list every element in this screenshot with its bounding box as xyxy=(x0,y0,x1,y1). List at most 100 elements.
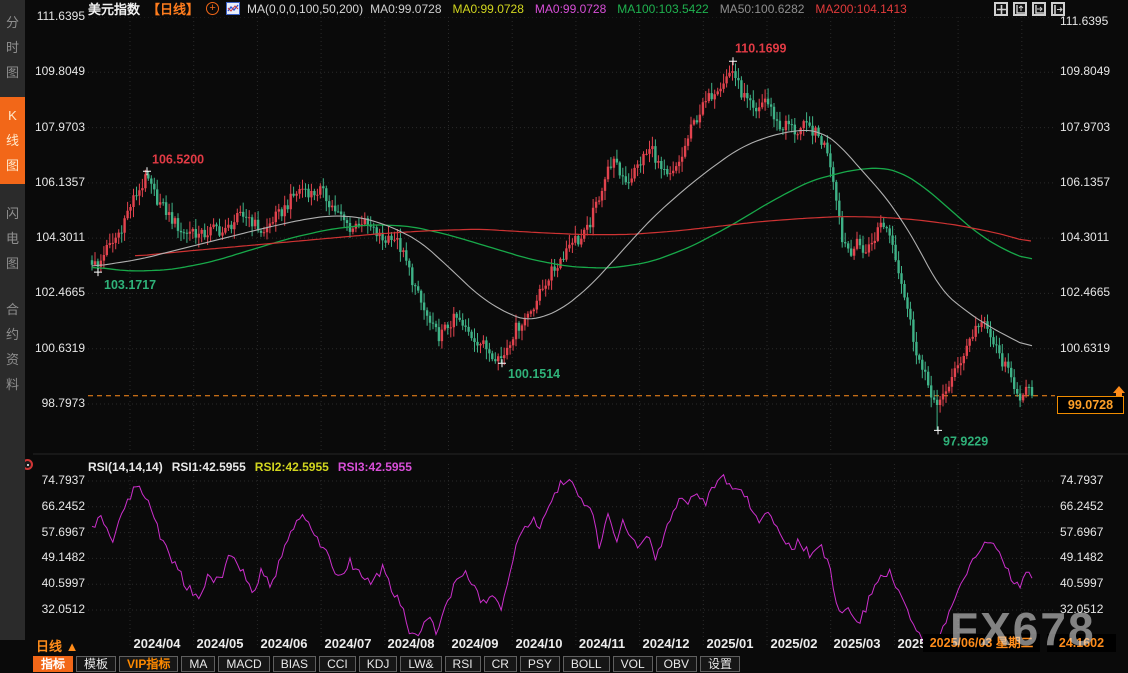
toolbar-button-6[interactable]: BIAS xyxy=(273,656,316,672)
axis-tick-label: 109.8049 xyxy=(1060,64,1112,78)
price-extreme-label: 97.9229 xyxy=(943,434,988,448)
ma-legend-item: MA50:100.6282 xyxy=(720,2,805,16)
ma-legend-item: MA0:99.0728 xyxy=(370,2,441,16)
axis-tick-label: 98.7973 xyxy=(33,396,85,410)
x-axis-month-label: 2024/04 xyxy=(125,636,189,651)
ma-legend: MA0:99.0728 MA0:99.0728 MA0:99.0728 MA100:1… xyxy=(370,2,907,16)
ma-legend-item: MA200:104.1413 xyxy=(815,2,906,16)
ma-settings-label: MA(0,0,0,100,50,200) xyxy=(247,2,363,16)
axis-tick-label: 100.6319 xyxy=(1060,341,1112,355)
sidebar-tab-4[interactable]: 合约资料 xyxy=(0,291,25,403)
chart-window-icons xyxy=(994,2,1065,16)
x-axis-month-label: 2024/12 xyxy=(634,636,698,651)
extreme-cross-marker xyxy=(143,167,151,175)
jump-latest-icon[interactable] xyxy=(1051,2,1065,16)
axis-tick-label: 57.6967 xyxy=(1060,525,1112,539)
axis-tick-label: 66.2452 xyxy=(1060,499,1112,513)
axis-tick-label: 102.4665 xyxy=(33,285,85,299)
sidebar-tab-2[interactable]: K线图 xyxy=(0,97,25,184)
last-price-box: 99.0728 xyxy=(1057,396,1124,414)
rsi3-value: RSI3:42.5955 xyxy=(338,460,412,474)
rsi1-value: RSI1:42.5955 xyxy=(172,460,246,474)
toolbar-button-10[interactable]: RSI xyxy=(445,656,481,672)
axis-tick-label: 100.6319 xyxy=(33,341,85,355)
axis-tick-label: 106.1357 xyxy=(1060,175,1112,189)
ma-legend-item: MA0:99.0728 xyxy=(453,2,524,16)
extreme-cross-marker xyxy=(934,426,942,434)
axis-tick-label: 49.1482 xyxy=(1060,550,1112,564)
x-axis-month-label: 2024/06 xyxy=(252,636,316,651)
toolbar-button-9[interactable]: LW& xyxy=(400,656,441,672)
ma-legend-item: MA0:99.0728 xyxy=(535,2,606,16)
axis-tick-label: 107.9703 xyxy=(1060,120,1112,134)
titlebar: 美元指数 【日线】 + MA(0,0,0,100,50,200) MA0:99.… xyxy=(88,1,907,16)
chart-canvas[interactable]: 103.1717 106.5200 100.1514 110.1699 97.9229 xyxy=(33,17,1128,655)
rsi-title: RSI(14,14,14) xyxy=(88,460,163,474)
x-axis-month-label: 2024/07 xyxy=(316,636,380,651)
axis-tick-label: 40.5997 xyxy=(1060,576,1112,590)
x-axis-month-label: 2024/09 xyxy=(443,636,507,651)
toolbar-button-12[interactable]: PSY xyxy=(520,656,560,672)
x-axis-month-label: 2025/03 xyxy=(825,636,889,651)
rsi-line xyxy=(92,475,1032,645)
price-extreme-label: 103.1717 xyxy=(104,278,156,292)
period-badge: 【日线】 xyxy=(147,0,199,18)
sidebar-tab-3[interactable]: 闪电图 xyxy=(0,195,25,282)
axis-tick-label: 111.6395 xyxy=(1060,14,1112,28)
axis-tick-label: 102.4665 xyxy=(1060,285,1112,299)
ma-legend-item: MA100:103.5422 xyxy=(617,2,708,16)
scroll-to-latest-arrow-icon[interactable] xyxy=(1113,386,1125,396)
x-axis-scale-icon[interactable] xyxy=(1032,2,1046,16)
axis-tick-label: 66.2452 xyxy=(33,499,85,513)
price-extreme-label: 100.1514 xyxy=(508,367,560,381)
cursor-value-box: 24.1602 xyxy=(1047,634,1116,652)
period-selector-button[interactable]: 日线 ▲ xyxy=(36,636,78,655)
toolbar-button-14[interactable]: VOL xyxy=(613,656,653,672)
indicator-toolbar: 指标模板VIP指标MAMACDBIASCCIKDJLW&RSICRPSYBOLL… xyxy=(33,655,740,673)
price-extreme-label: 110.1699 xyxy=(735,41,786,55)
kline-chart-icon xyxy=(226,2,240,15)
x-axis-month-label: 2024/08 xyxy=(379,636,443,651)
ma100-line xyxy=(92,168,1032,271)
left-sidebar: 分时图 K线图闪电图合约资料 xyxy=(0,0,25,640)
x-axis-month-label: 2025/02 xyxy=(762,636,826,651)
x-axis-month-label: 2024/10 xyxy=(507,636,571,651)
axis-tick-label: 104.3011 xyxy=(33,230,85,244)
x-axis-month-label: 2024/05 xyxy=(188,636,252,651)
toolbar-button-7[interactable]: CCI xyxy=(319,656,356,672)
toolbar-button-2[interactable]: 模板 xyxy=(76,656,116,672)
axis-tick-label: 40.5997 xyxy=(33,576,85,590)
toolbar-button-8[interactable]: KDJ xyxy=(359,656,398,672)
price-extreme-label: 106.5200 xyxy=(152,152,204,166)
toolbar-button-4[interactable]: MA xyxy=(181,656,215,672)
x-axis-month-label: 2025/01 xyxy=(698,636,762,651)
add-indicator-icon[interactable]: + xyxy=(206,2,219,15)
axis-tick-label: 49.1482 xyxy=(33,550,85,564)
trading-app-window: 分时图 K线图闪电图合约资料 美元指数 【日线】 + MA(0,0,0,100,5… xyxy=(0,0,1128,673)
axis-tick-label: 32.0512 xyxy=(1060,602,1112,616)
cursor-date-box: 2025/06/03 星期二 xyxy=(923,634,1040,652)
y-axis-scale-icon[interactable] xyxy=(1013,2,1027,16)
rsi-header: RSI(14,14,14) RSI1:42.5955 RSI2:42.5955 … xyxy=(88,460,412,474)
toolbar-button-5[interactable]: MACD xyxy=(218,656,269,672)
toolbar-button-13[interactable]: BOLL xyxy=(563,656,610,672)
up-candle-wicks xyxy=(95,61,1026,412)
sidebar-tab-1[interactable]: 分时图 xyxy=(0,4,25,91)
axis-tick-label: 57.6967 xyxy=(33,525,85,539)
axis-tick-label: 74.7937 xyxy=(33,473,85,487)
toolbar-button-16[interactable]: 设置 xyxy=(700,656,740,672)
toolbar-button-11[interactable]: CR xyxy=(484,656,517,672)
axis-tick-label: 32.0512 xyxy=(33,602,85,616)
rsi2-value: RSI2:42.5955 xyxy=(255,460,329,474)
toolbar-button-15[interactable]: OBV xyxy=(656,656,697,672)
axis-tick-label: 104.3011 xyxy=(1060,230,1112,244)
axis-tick-label: 109.8049 xyxy=(33,64,85,78)
axis-tick-label: 74.7937 xyxy=(1060,473,1112,487)
axis-tick-label: 107.9703 xyxy=(33,120,85,134)
axis-tick-label: 106.1357 xyxy=(33,175,85,189)
x-axis-month-label: 2024/11 xyxy=(570,636,634,651)
pan-icon[interactable] xyxy=(994,2,1008,16)
toolbar-button-3[interactable]: VIP指标 xyxy=(119,656,178,672)
toolbar-button-1[interactable]: 指标 xyxy=(33,656,73,672)
axis-tick-label: 111.6395 xyxy=(33,9,85,23)
